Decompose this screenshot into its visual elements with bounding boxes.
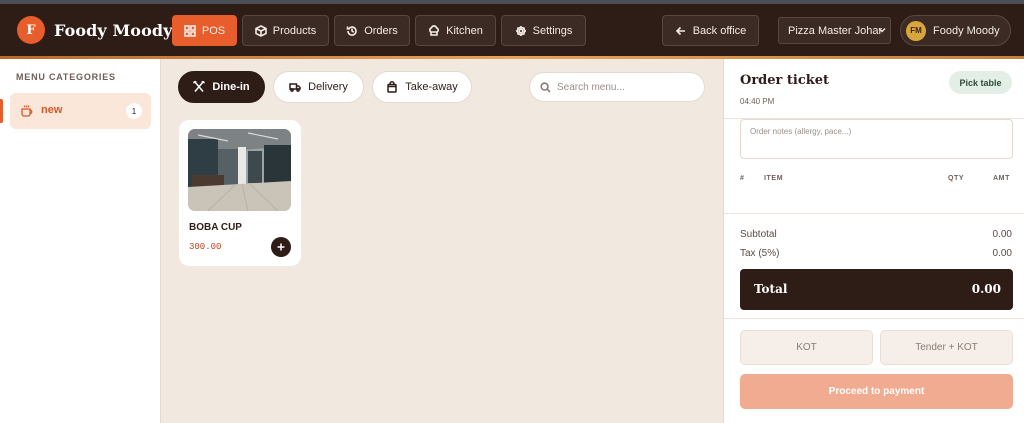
tax-value: 0.00 (992, 248, 1012, 259)
avatar: FM (906, 20, 926, 41)
brand-logo: F (17, 16, 45, 44)
arrow-left-icon (675, 26, 685, 35)
product-name: BOBA CUP (189, 222, 242, 233)
sidebar-item-new[interactable]: new 1 (0, 93, 151, 129)
brand[interactable]: F Foody Moody (17, 16, 173, 44)
active-marker (0, 99, 3, 123)
kot-button[interactable]: KOT (740, 330, 873, 365)
divider (724, 318, 1024, 319)
search-icon (540, 81, 551, 93)
nav-pos-label: POS (201, 24, 226, 37)
store-select[interactable]: Pizza Master Johar (778, 17, 891, 44)
product-photo-icon (188, 129, 291, 211)
tender-kot-button[interactable]: Tender + KOT (880, 330, 1013, 365)
chevron-down-icon (878, 28, 886, 33)
proceed-to-payment-button[interactable]: Proceed to payment (740, 374, 1013, 409)
utensils-icon (193, 81, 205, 92)
history-icon (346, 25, 357, 36)
brand-name: Foody Moody (54, 20, 173, 40)
nav-kitchen-button[interactable]: Kitchen (415, 15, 496, 46)
back-office-button[interactable]: Back office (662, 15, 759, 46)
grid-icon (184, 24, 196, 37)
order-type-label: Take-away (405, 81, 458, 93)
total-bar: Total 0.00 (740, 269, 1013, 310)
nav-kitchen-label: Kitchen (446, 24, 483, 37)
nav-settings-label: Settings (532, 24, 573, 37)
column-header-amt: AMT (993, 175, 1010, 182)
column-header-qty: QTY (948, 175, 965, 182)
divider (724, 213, 1024, 214)
search-input[interactable] (557, 81, 697, 93)
user-name: Foody Moody (933, 24, 1000, 37)
column-header-item: ITEM (764, 175, 784, 182)
order-type-dine-in[interactable]: Dine-in (178, 71, 265, 103)
product-image (188, 129, 291, 211)
pick-table-button[interactable]: Pick table (949, 71, 1012, 94)
tax-label: Tax (5%) (740, 248, 780, 259)
sidebar-item-label: new (41, 104, 63, 116)
box-icon (254, 24, 267, 37)
chef-hat-icon (429, 24, 440, 36)
sidebar-item-count: 1 (126, 103, 142, 119)
nav-products-label: Products (272, 24, 317, 37)
total-value: 0.00 (971, 282, 1001, 296)
order-ticket-panel: Order ticket 04:40 PM Pick table # ITEM … (723, 59, 1024, 423)
sidebar-title: MENU CATEGORIES (16, 72, 116, 82)
nav-pos-button[interactable]: POS (172, 15, 237, 46)
order-time: 04:40 PM (740, 97, 775, 106)
shopping-bag-icon (387, 81, 397, 93)
order-notes-field[interactable] (740, 119, 1013, 159)
total-label: Total (754, 282, 788, 296)
coffee-cup-icon (21, 105, 33, 117)
search-box[interactable] (529, 72, 705, 102)
truck-icon (289, 83, 301, 92)
plus-icon (277, 243, 285, 251)
product-card[interactable]: BOBA CUP 300.00 (179, 120, 301, 266)
app-header: F Foody Moody POS Products Orders Kitche… (0, 4, 1024, 56)
nav-products-button[interactable]: Products (242, 15, 329, 46)
order-type-label: Delivery (308, 81, 348, 93)
add-to-order-button[interactable] (271, 237, 291, 257)
gear-icon (515, 25, 526, 36)
order-type-label: Dine-in (212, 81, 250, 93)
product-price: 300.00 (189, 242, 222, 252)
subtotal-value: 0.00 (992, 229, 1012, 240)
order-type-delivery[interactable]: Delivery (273, 71, 364, 103)
subtotal-label: Subtotal (740, 229, 777, 240)
user-menu[interactable]: FM Foody Moody (900, 15, 1011, 46)
order-title: Order ticket (740, 73, 830, 88)
back-office-label: Back office (692, 24, 747, 37)
nav-orders-button[interactable]: Orders (334, 15, 410, 46)
nav-settings-button[interactable]: Settings (501, 15, 586, 46)
category-sidebar: MENU CATEGORIES new 1 (0, 59, 161, 423)
column-header-number: # (740, 175, 745, 182)
store-select-value: Pizza Master Johar (788, 24, 883, 37)
order-type-take-away[interactable]: Take-away (372, 71, 472, 103)
nav-orders-label: Orders (364, 24, 398, 37)
